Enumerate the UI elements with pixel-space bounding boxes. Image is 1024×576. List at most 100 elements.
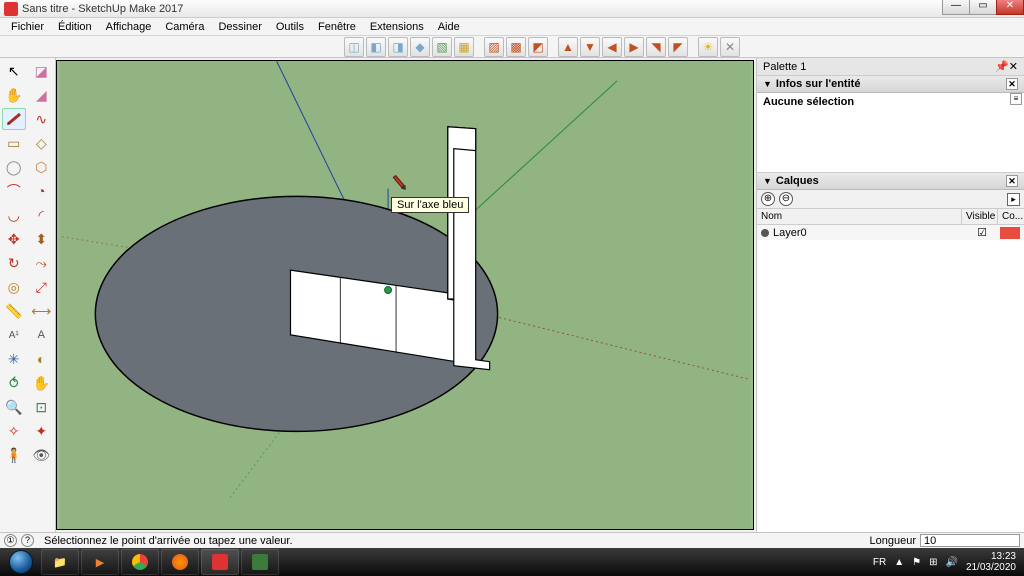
sun-icon[interactable]: ☀ — [698, 37, 718, 57]
start-button[interactable] — [2, 548, 40, 576]
layer-color-swatch[interactable] — [1000, 227, 1020, 239]
view-top-icon[interactable]: ▼ — [580, 37, 600, 57]
orbit-tool-icon[interactable]: ⥀ — [2, 372, 26, 394]
palette-pin-icon[interactable]: 📌 — [995, 61, 1009, 73]
menu-extensions[interactable]: Extensions — [363, 21, 431, 33]
zoom-extents-icon[interactable]: ✧ — [2, 420, 26, 442]
tray-net-icon[interactable]: ⊞ — [929, 557, 937, 568]
arc-tool-icon[interactable]: ⌒ — [2, 180, 26, 202]
tray-flag-icon[interactable]: ⚑ — [912, 557, 921, 568]
menu-fenetre[interactable]: Fenêtre — [311, 21, 363, 33]
status-geo-icon[interactable]: ① — [4, 534, 17, 547]
close-button[interactable]: ✕ — [996, 0, 1024, 15]
entity-close-icon[interactable]: ✕ — [1006, 78, 1018, 90]
add-layer-icon[interactable]: ⊕ — [761, 192, 775, 206]
layer-radio-icon[interactable] — [761, 229, 769, 237]
layers-close-icon[interactable]: ✕ — [1006, 175, 1018, 187]
status-help-icon[interactable]: ? — [21, 534, 34, 547]
prev-view-icon[interactable]: ✦ — [29, 420, 53, 442]
position-camera-icon[interactable]: 🧍 — [2, 444, 26, 466]
menu-affichage[interactable]: Affichage — [99, 21, 159, 33]
settings-icon[interactable]: ✕ — [720, 37, 740, 57]
protractor-icon[interactable]: ◐ — [29, 348, 53, 370]
rectangle-tool-icon[interactable]: ▭ — [2, 132, 26, 154]
view-iso-icon[interactable]: ▲ — [558, 37, 578, 57]
followme-tool-icon[interactable]: ⤳ — [29, 252, 53, 274]
menu-edition[interactable]: Édition — [51, 21, 99, 33]
entity-panel-header[interactable]: ▼ Infos sur l'entité ✕ — [757, 76, 1024, 93]
style-wire-icon[interactable]: ◧ — [366, 37, 386, 57]
taskbar-explorer-icon[interactable]: 📁 — [41, 549, 79, 575]
pie-tool-icon[interactable]: ◔ — [29, 180, 53, 202]
style-hidden-icon[interactable]: ◨ — [388, 37, 408, 57]
move-tool-icon[interactable]: ✥ — [2, 228, 26, 250]
text3d-tool-icon[interactable]: A — [29, 324, 53, 346]
layers-col-color[interactable]: Co... — [998, 209, 1024, 224]
layers-menu-icon[interactable]: ▸ — [1007, 193, 1020, 206]
circle-tool-icon[interactable]: ◯ — [2, 156, 26, 178]
offset-tool-icon[interactable]: ◎ — [2, 276, 26, 298]
taskbar-media-icon[interactable]: ▶ — [81, 549, 119, 575]
palette-title[interactable]: Palette 1 📌✕ — [757, 58, 1024, 76]
remove-layer-icon[interactable]: ⊖ — [779, 192, 793, 206]
freehand-tool-icon[interactable]: ∿ — [29, 108, 53, 130]
view-left-icon[interactable]: ◤ — [668, 37, 688, 57]
viewport-3d[interactable]: Sur l'axe bleu — [56, 60, 754, 530]
rotate-tool-icon[interactable]: ↻ — [2, 252, 26, 274]
section-cut-icon[interactable]: ◩ — [528, 37, 548, 57]
view-right-icon[interactable]: ▶ — [624, 37, 644, 57]
menu-dessiner[interactable]: Dessiner — [211, 21, 268, 33]
style-mono-icon[interactable]: ▦ — [454, 37, 474, 57]
taskbar-sketchup-icon[interactable] — [201, 549, 239, 575]
clock[interactable]: 13:23 21/03/2020 — [966, 551, 1016, 573]
layers-col-visible[interactable]: Visible — [962, 209, 998, 224]
tray-vol-icon[interactable]: 🔊 — [945, 557, 957, 568]
menu-outils[interactable]: Outils — [269, 21, 311, 33]
menu-camera[interactable]: Caméra — [158, 21, 211, 33]
section-plane-icon[interactable]: ▨ — [484, 37, 504, 57]
axes-tool-icon[interactable]: ✳ — [2, 348, 26, 370]
taskbar-app-icon[interactable] — [241, 549, 279, 575]
entity-menu-icon[interactable]: ≡ — [1010, 93, 1022, 105]
style-shaded-icon[interactable]: ◆ — [410, 37, 430, 57]
layers-col-name[interactable]: Nom — [757, 209, 962, 224]
menu-aide[interactable]: Aide — [431, 21, 467, 33]
tape-tool-icon[interactable]: 📏 — [2, 300, 26, 322]
rotated-rect-icon[interactable]: ◇ — [29, 132, 53, 154]
zoom-tool-icon[interactable]: 🔍 — [2, 396, 26, 418]
maximize-button[interactable]: ▭ — [969, 0, 997, 15]
section-display-icon[interactable]: ▩ — [506, 37, 526, 57]
tray-up-icon[interactable]: ▲ — [894, 557, 904, 568]
taskbar-firefox-icon[interactable] — [161, 549, 199, 575]
arc2-tool-icon[interactable]: ◡ — [2, 204, 26, 226]
view-back-icon[interactable]: ◥ — [646, 37, 666, 57]
text-tool-icon[interactable]: A¹ — [2, 324, 26, 346]
make-component-icon[interactable]: ✋ — [2, 84, 26, 106]
scale-tool-icon[interactable]: ⤢ — [29, 276, 53, 298]
zoom-window-icon[interactable]: ⊡ — [29, 396, 53, 418]
layer-row[interactable]: Layer0 ☑ — [757, 225, 1024, 240]
style-shaded-tex-icon[interactable]: ▧ — [432, 37, 452, 57]
length-input[interactable]: 10 — [920, 534, 1020, 547]
taskbar-chrome-icon[interactable] — [121, 549, 159, 575]
view-front-icon[interactable]: ◀ — [602, 37, 622, 57]
palette-close-icon[interactable]: ✕ — [1009, 61, 1018, 73]
layer-visible-checkbox[interactable]: ☑ — [964, 226, 1000, 239]
layers-panel-header[interactable]: ▼ Calques ✕ — [757, 173, 1024, 190]
look-around-icon[interactable]: 👁 — [29, 444, 53, 466]
menu-fichier[interactable]: Fichier — [4, 21, 51, 33]
polygon-tool-icon[interactable]: ⬡ — [29, 156, 53, 178]
style-xray-icon[interactable]: ◫ — [344, 37, 364, 57]
pan-tool-icon[interactable]: ✋ — [29, 372, 53, 394]
line-tool-icon[interactable] — [2, 108, 26, 130]
pushpull-tool-icon[interactable]: ⬍ — [29, 228, 53, 250]
layers-toolbar: ⊕ ⊖ ▸ — [757, 190, 1024, 209]
paint-tool-icon[interactable]: ◢ — [29, 84, 53, 106]
top-toolbar: ◫ ◧ ◨ ◆ ▧ ▦ ▨ ▩ ◩ ▲ ▼ ◀ ▶ ◥ ◤ ☀ ✕ — [0, 36, 1024, 58]
language-indicator[interactable]: FR — [873, 557, 886, 568]
eraser-tool-icon[interactable]: ◪ — [29, 60, 53, 82]
select-tool-icon[interactable]: ↖ — [2, 60, 26, 82]
minimize-button[interactable]: — — [942, 0, 970, 15]
dimension-tool-icon[interactable]: ⟷ — [29, 300, 53, 322]
arc3-tool-icon[interactable]: ◜ — [29, 204, 53, 226]
